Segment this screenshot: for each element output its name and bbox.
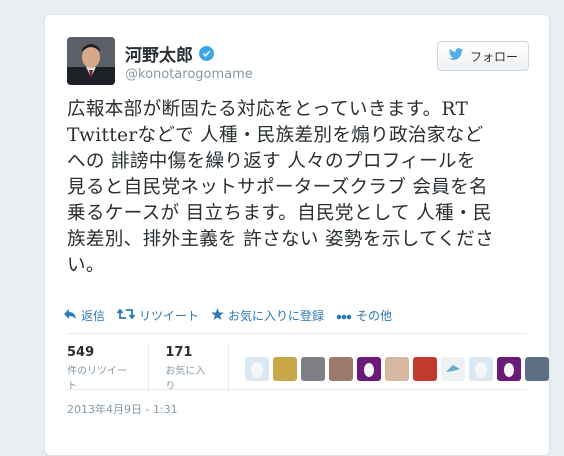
reply-label: 返信	[81, 309, 106, 323]
favorite-count: 171	[165, 345, 193, 360]
retweeter-avatars	[245, 356, 549, 381]
favorite-label: お気に入りに登録	[228, 309, 325, 323]
tweet-card: 河野太郎 @konotarogomame フォロー 広報本部が断固たる対応をとっ…	[44, 14, 550, 456]
retweeter-avatar[interactable]	[497, 356, 521, 381]
retweeter-avatar[interactable]	[525, 356, 549, 381]
user-name[interactable]: 河野太郎	[125, 41, 214, 66]
tweet-stats: 549 件のリツイート 171 お気に入り	[67, 345, 549, 392]
favorite-count-label: お気に入り	[165, 366, 206, 392]
retweeter-avatar[interactable]	[385, 356, 409, 381]
tweet-line: 広報本部が断固たる対応をとっていきます。RT	[67, 99, 469, 120]
retweet-stat[interactable]: 549 件のリツイート	[67, 345, 150, 392]
more-label: その他	[356, 309, 393, 323]
tweet-line: 乗るケースが 目立ちます。自民党として 人種・民	[67, 203, 492, 224]
retweet-button[interactable]: リツイート	[116, 307, 200, 324]
reply-button[interactable]: 返信	[63, 307, 105, 324]
tweet-text: 広報本部が断固たる対応をとっていきます。RT Twitterなどで 人種・民族差…	[67, 97, 537, 279]
more-button[interactable]: その他	[336, 307, 392, 324]
divider	[67, 333, 527, 334]
retweeter-avatar[interactable]	[441, 356, 465, 381]
retweet-count: 549	[67, 345, 95, 360]
favorite-button[interactable]: お気に入りに登録	[211, 307, 324, 324]
star-icon	[211, 308, 224, 323]
avatar-photo	[67, 37, 115, 85]
retweeter-avatar[interactable]	[469, 356, 493, 381]
user-display-name[interactable]: 河野太郎	[125, 41, 193, 66]
tweet-line: Twitterなどで 人種・民族差別を煽り政治家など	[67, 125, 484, 146]
retweet-count-label: 件のリツイート	[67, 366, 127, 392]
twitter-bird-icon	[448, 48, 464, 64]
retweet-label: リツイート	[139, 309, 200, 323]
retweeter-avatar[interactable]	[413, 356, 437, 381]
tweet-line: 見ると自民党ネットサポーターズクラブ 会員を名	[67, 177, 488, 198]
tweet-timestamp[interactable]: 2013年4月9日 - 1:31	[67, 401, 178, 417]
retweeter-avatar[interactable]	[273, 356, 297, 381]
tweet-actions: 返信 リツイート お気に入りに登録 その他	[63, 307, 392, 324]
verified-icon	[199, 46, 214, 61]
retweeter-avatar[interactable]	[245, 356, 269, 381]
divider	[67, 389, 527, 390]
follow-label: フォロー	[469, 49, 518, 64]
tweet-line: への 誹謗中傷を繰り返す 人々のプロフィールを	[67, 151, 476, 172]
more-dots-icon	[336, 309, 352, 323]
user-handle[interactable]: @konotarogomame	[125, 67, 253, 82]
retweeter-avatar[interactable]	[357, 356, 381, 381]
retweet-icon	[116, 308, 136, 323]
user-avatar[interactable]	[67, 37, 115, 85]
retweeter-avatar[interactable]	[329, 356, 353, 381]
tweet-line: い。	[67, 255, 105, 276]
tweet-line: 族差別、排外主義を 許さない 姿勢を示してくださ	[67, 229, 494, 250]
follow-button[interactable]: フォロー	[436, 41, 529, 71]
favorite-stat[interactable]: 171 お気に入り	[165, 345, 229, 392]
reply-icon	[63, 308, 77, 323]
retweeter-avatar[interactable]	[301, 356, 325, 381]
